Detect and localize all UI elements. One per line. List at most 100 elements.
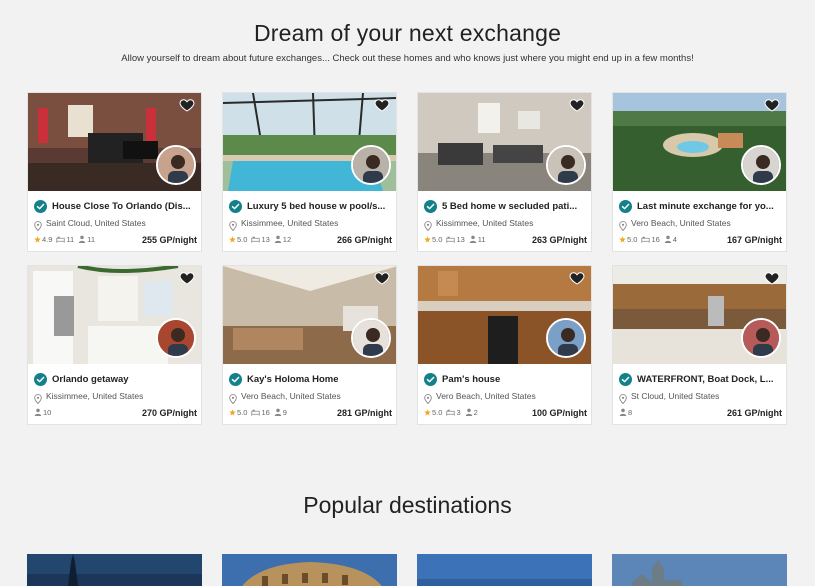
host-avatar[interactable] bbox=[156, 145, 196, 185]
home-name[interactable]: Kay's Holoma Home bbox=[247, 374, 338, 385]
home-stats: 5.0 3 2 bbox=[424, 408, 532, 418]
host-avatar[interactable] bbox=[351, 318, 391, 358]
home-info: Kay's Holoma Home Vero Beach, United Sta… bbox=[223, 364, 396, 424]
person-icon bbox=[469, 235, 478, 245]
guests-value: 8 bbox=[628, 408, 633, 417]
guests-value: 11 bbox=[477, 235, 486, 244]
favorite-heart-icon[interactable] bbox=[179, 270, 195, 286]
person-icon bbox=[619, 408, 628, 418]
guests: 8 bbox=[619, 408, 632, 418]
location-pin-icon bbox=[619, 218, 627, 232]
home-card[interactable]: Pam's house Vero Beach, United States 5.… bbox=[417, 265, 592, 425]
rating: 5.0 bbox=[229, 408, 247, 417]
rating: 5.0 bbox=[424, 408, 442, 417]
guests-value: 9 bbox=[282, 408, 287, 417]
guests: 9 bbox=[274, 408, 287, 418]
home-stats: 5.0 13 11 bbox=[424, 235, 532, 245]
rating: 5.0 bbox=[229, 235, 247, 244]
guests-value: 10 bbox=[43, 408, 52, 417]
beds: 13 bbox=[251, 235, 270, 245]
home-stats: 4.9 11 11 bbox=[34, 235, 142, 245]
verified-check-icon bbox=[229, 372, 242, 386]
home-price: 263 GP/night bbox=[531, 234, 587, 245]
guests: 4 bbox=[664, 235, 677, 245]
beds-value: 11 bbox=[66, 235, 75, 244]
favorite-heart-icon[interactable] bbox=[374, 270, 390, 286]
home-name[interactable]: 5 Bed home w secluded pati... bbox=[442, 201, 577, 212]
location-pin-icon bbox=[229, 391, 237, 405]
home-location: St Cloud, United States bbox=[631, 391, 720, 401]
location-pin-icon bbox=[34, 391, 42, 405]
person-icon bbox=[78, 235, 87, 245]
guests-value: 4 bbox=[672, 235, 677, 244]
favorite-heart-icon[interactable] bbox=[374, 97, 390, 113]
home-stats: 5.0 16 9 bbox=[229, 408, 337, 418]
home-name[interactable]: Last minute exchange for yo... bbox=[637, 201, 774, 212]
destination-card-sky[interactable] bbox=[417, 554, 592, 586]
home-card[interactable]: Last minute exchange for yo... Vero Beac… bbox=[612, 92, 787, 252]
section-subtitle: Allow yourself to dream about future exc… bbox=[121, 53, 694, 64]
beds: 3 bbox=[446, 408, 461, 418]
beds: 16 bbox=[251, 408, 270, 418]
beds-value: 16 bbox=[261, 408, 270, 417]
location-pin-icon bbox=[424, 391, 432, 405]
home-price: 270 GP/night bbox=[141, 407, 197, 418]
location-pin-icon bbox=[229, 218, 237, 232]
bed-icon bbox=[446, 408, 456, 418]
beds: 11 bbox=[56, 235, 74, 245]
home-name[interactable]: House Close To Orlando (Dis... bbox=[52, 201, 191, 212]
home-name[interactable]: Orlando getaway bbox=[52, 374, 129, 385]
home-price: 266 GP/night bbox=[336, 234, 392, 245]
beds-value: 16 bbox=[651, 235, 660, 244]
beds: 13 bbox=[446, 235, 465, 245]
verified-check-icon bbox=[619, 199, 632, 213]
verified-check-icon bbox=[424, 199, 437, 213]
host-avatar[interactable] bbox=[546, 145, 586, 185]
home-card[interactable]: 5 Bed home w secluded pati... Kissimmee,… bbox=[417, 92, 592, 252]
home-info: Luxury 5 bed house w pool/s... Kissimmee… bbox=[223, 191, 396, 251]
home-card[interactable]: Luxury 5 bed house w pool/s... Kissimmee… bbox=[222, 92, 397, 252]
verified-check-icon bbox=[229, 199, 242, 213]
favorite-heart-icon[interactable] bbox=[764, 97, 780, 113]
home-name[interactable]: WATERFRONT, Boat Dock, L... bbox=[637, 374, 774, 385]
home-stats: 5.0 13 12 bbox=[229, 235, 337, 245]
guests-value: 11 bbox=[87, 235, 96, 244]
home-stats: 5.0 16 4 bbox=[619, 235, 727, 245]
bed-icon bbox=[641, 235, 651, 245]
home-card[interactable]: WATERFRONT, Boat Dock, L... St Cloud, Un… bbox=[612, 265, 787, 425]
favorite-heart-icon[interactable] bbox=[569, 97, 585, 113]
person-icon bbox=[465, 408, 474, 418]
host-avatar[interactable] bbox=[546, 318, 586, 358]
rating-value: 4.9 bbox=[42, 235, 53, 244]
favorite-heart-icon[interactable] bbox=[179, 97, 195, 113]
home-price: 281 GP/night bbox=[336, 407, 392, 418]
destination-card-quebec[interactable] bbox=[612, 554, 787, 586]
person-icon bbox=[34, 408, 43, 418]
rating: 5.0 bbox=[424, 235, 442, 244]
home-card[interactable]: Kay's Holoma Home Vero Beach, United Sta… bbox=[222, 265, 397, 425]
host-avatar[interactable] bbox=[741, 145, 781, 185]
host-avatar[interactable] bbox=[156, 318, 196, 358]
favorite-heart-icon[interactable] bbox=[569, 270, 585, 286]
person-icon bbox=[274, 235, 283, 245]
home-info: House Close To Orlando (Dis... Saint Clo… bbox=[28, 191, 201, 251]
verified-check-icon bbox=[424, 372, 437, 386]
home-location: Kissimmee, United States bbox=[241, 218, 339, 228]
favorite-heart-icon[interactable] bbox=[764, 270, 780, 286]
home-card[interactable]: Orlando getaway Kissimmee, United States… bbox=[27, 265, 202, 425]
home-card[interactable]: House Close To Orlando (Dis... Saint Clo… bbox=[27, 92, 202, 252]
home-info: Last minute exchange for yo... Vero Beac… bbox=[613, 191, 786, 251]
beds-value: 13 bbox=[456, 235, 465, 244]
rating-value: 5.0 bbox=[432, 235, 443, 244]
rating-value: 5.0 bbox=[237, 235, 248, 244]
guests-value: 12 bbox=[282, 235, 292, 244]
home-name[interactable]: Pam's house bbox=[442, 374, 500, 385]
destination-card-paris[interactable] bbox=[27, 554, 202, 586]
home-name[interactable]: Luxury 5 bed house w pool/s... bbox=[247, 201, 385, 212]
host-avatar[interactable] bbox=[741, 318, 781, 358]
section-title: Dream of your next exchange bbox=[253, 20, 562, 46]
host-avatar[interactable] bbox=[351, 145, 391, 185]
destination-card-rome[interactable] bbox=[222, 554, 397, 586]
bed-icon bbox=[251, 235, 261, 245]
guests: 11 bbox=[469, 235, 486, 245]
